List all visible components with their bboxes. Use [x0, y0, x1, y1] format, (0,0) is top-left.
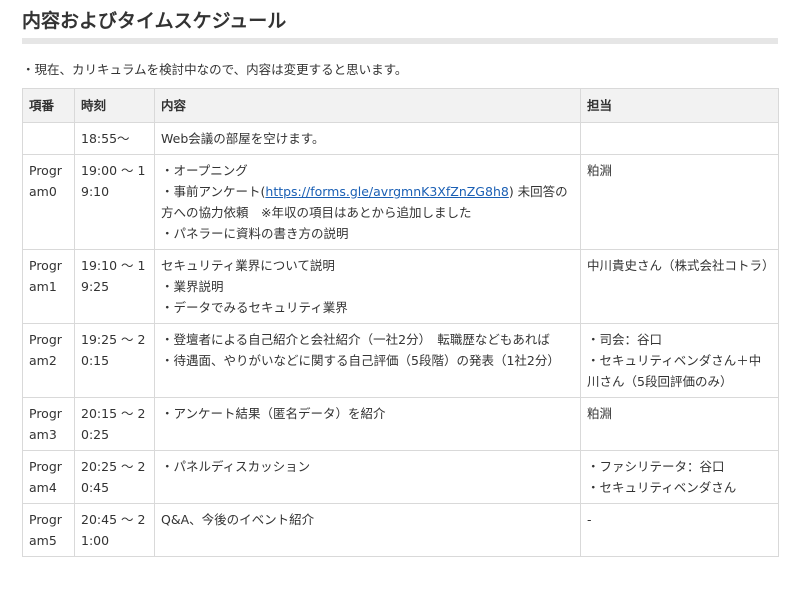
cell-time: 19:10 ～ 19:25 — [74, 249, 155, 324]
table-row: Program3 20:15 ～ 20:25 ・アンケート結果（匿名データ）を紹… — [22, 397, 779, 451]
schedule-table: 項番 時刻 内容 担当 18:55～ Web会議の部屋を空けます。 Progra… — [22, 88, 779, 557]
content-line: ・パネルディスカッション — [161, 459, 311, 474]
survey-link[interactable]: https://forms.gle/avrgmnK3XfZnZG8h8 — [265, 184, 508, 199]
content-line: ・事前アンケート(https://forms.gle/avrgmnK3XfZnZ… — [161, 181, 574, 223]
header-person: 担当 — [580, 88, 779, 123]
cell-person: 粕淵 — [580, 154, 779, 250]
person-line: ・ファシリテータ：谷口 — [587, 459, 725, 474]
cell-item: Program2 — [22, 323, 75, 398]
person-line: ・セキュリティベンダさん — [587, 480, 737, 495]
person-line: 粕淵 — [587, 406, 613, 421]
schedule-note: ・現在、カリキュラムを検討中なので、内容は変更すると思います。 — [22, 62, 408, 77]
header-item-number: 項番 — [22, 88, 75, 123]
cell-time: 20:15 ～ 20:25 — [74, 397, 155, 451]
cell-item: Program0 — [22, 154, 75, 250]
page: 内容およびタイムスケジュール ・現在、カリキュラムを検討中なので、内容は変更する… — [0, 0, 790, 595]
cell-person: - — [580, 503, 779, 557]
content-line: セキュリティ業界について説明 — [161, 258, 335, 273]
cell-time: 19:25 ～ 20:15 — [74, 323, 155, 398]
person-line: - — [587, 512, 592, 527]
cell-item — [22, 122, 75, 155]
cell-time: 20:45 ～ 21:00 — [74, 503, 155, 557]
cell-content: ・登壇者による自己紹介と会社紹介（一社2分） 転職歴などもあれば ・待遇面、やり… — [154, 323, 581, 398]
table-row: Program0 19:00 ～ 19:10 ・オープニング ・事前アンケート(… — [22, 154, 779, 250]
content-line: ・登壇者による自己紹介と会社紹介（一社2分） 転職歴などもあれば — [161, 332, 550, 347]
table-header-row: 項番 時刻 内容 担当 — [22, 88, 779, 123]
content-line: ・データでみるセキュリティ業界 — [161, 300, 348, 315]
table-row: Program1 19:10 ～ 19:25 セキュリティ業界について説明 ・業… — [22, 249, 779, 324]
content-line: ・オープニング — [161, 163, 248, 178]
cell-content: Q&A、今後のイベント紹介 — [154, 503, 581, 557]
table-row: Program5 20:45 ～ 21:00 Q&A、今後のイベント紹介 - — [22, 503, 779, 557]
cell-person — [580, 122, 779, 155]
cell-item: Program1 — [22, 249, 75, 324]
content-line: ・待遇面、やりがいなどに関する自己評価（5段階）の発表（1社2分） — [161, 353, 560, 368]
cell-person: 粕淵 — [580, 397, 779, 451]
person-line: ・セキュリティベンダさん＋中川さん（5段回評価のみ） — [587, 353, 762, 389]
cell-time: 20:25 ～ 20:45 — [74, 450, 155, 504]
cell-person: ・ファシリテータ：谷口 ・セキュリティベンダさん — [580, 450, 779, 504]
table-row: Program2 19:25 ～ 20:15 ・登壇者による自己紹介と会社紹介（… — [22, 323, 779, 398]
cell-person: ・司会：谷口 ・セキュリティベンダさん＋中川さん（5段回評価のみ） — [580, 323, 779, 398]
title-underline — [22, 38, 778, 44]
cell-time: 19:00 ～ 19:10 — [74, 154, 155, 250]
person-line: ・司会：谷口 — [587, 332, 663, 347]
table-row: Program4 20:25 ～ 20:45 ・パネルディスカッション ・ファシ… — [22, 450, 779, 504]
content-text: ・事前アンケート( — [161, 184, 266, 199]
content-line: ・パネラーに資料の書き方の説明 — [161, 226, 349, 241]
page-title: 内容およびタイムスケジュール — [22, 10, 287, 32]
cell-content: セキュリティ業界について説明 ・業界説明 ・データでみるセキュリティ業界 — [154, 249, 581, 324]
person-line: 中川貴史さん（株式会社コトラ） — [587, 258, 775, 273]
header-time: 時刻 — [74, 88, 155, 123]
cell-item: Program4 — [22, 450, 75, 504]
table-row: 18:55～ Web会議の部屋を空けます。 — [22, 122, 779, 155]
cell-content: Web会議の部屋を空けます。 — [154, 122, 581, 155]
cell-content: ・オープニング ・事前アンケート(https://forms.gle/avrgm… — [154, 154, 581, 250]
content-line: ・アンケート結果（匿名データ）を紹介 — [161, 406, 386, 421]
cell-item: Program5 — [22, 503, 75, 557]
content-line: Web会議の部屋を空けます。 — [161, 131, 325, 146]
person-line: 粕淵 — [587, 163, 613, 178]
header-content: 内容 — [154, 88, 581, 123]
content-line: Q&A、今後のイベント紹介 — [161, 512, 315, 527]
cell-content: ・パネルディスカッション — [154, 450, 581, 504]
cell-item: Program3 — [22, 397, 75, 451]
cell-time: 18:55～ — [74, 122, 155, 155]
cell-person: 中川貴史さん（株式会社コトラ） — [580, 249, 779, 324]
content-line: ・業界説明 — [161, 279, 224, 294]
cell-content: ・アンケート結果（匿名データ）を紹介 — [154, 397, 581, 451]
